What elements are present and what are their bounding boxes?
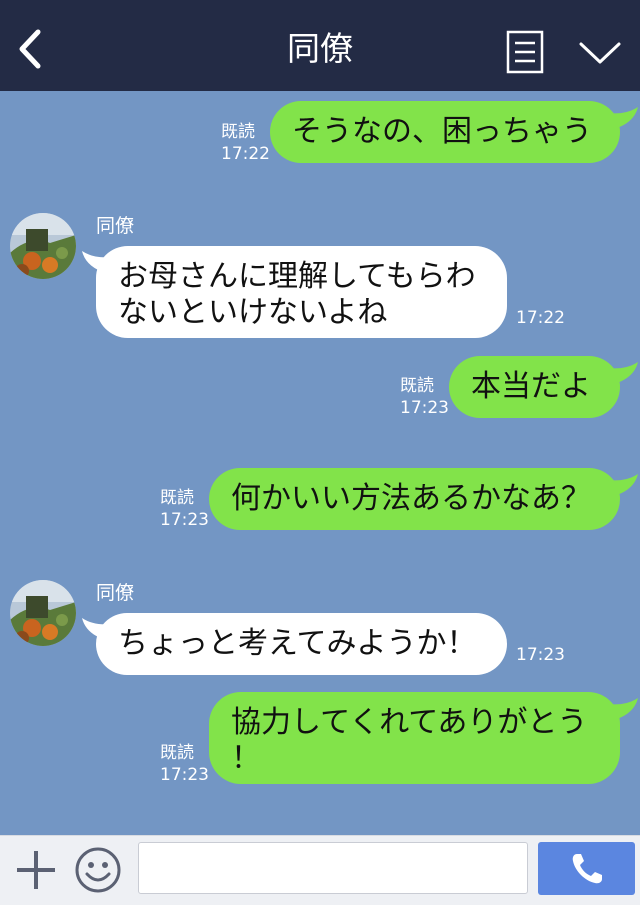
message-input[interactable] bbox=[138, 842, 528, 894]
message-bubble[interactable]: ちょっと考えてみようか！ bbox=[96, 613, 507, 675]
avatar-image bbox=[10, 213, 76, 279]
bubble-tail bbox=[608, 362, 638, 384]
message-text: 協力してくれてありがとう bbox=[231, 705, 588, 740]
message-bubble[interactable]: 何かいい方法あるかなあ？ bbox=[209, 468, 620, 530]
read-receipt: 既読 17:23 bbox=[160, 487, 209, 531]
plus-icon bbox=[17, 851, 55, 889]
sender-name: 同僚 bbox=[96, 582, 135, 604]
message-bubble[interactable]: 協力してくれてありがとう ！ bbox=[209, 692, 620, 784]
message-text: ちょっと考えてみようか！ bbox=[118, 626, 477, 661]
avatar[interactable] bbox=[10, 213, 76, 279]
sender-name: 同僚 bbox=[96, 215, 135, 237]
message-time: 17:23 bbox=[160, 765, 209, 785]
message-bubble[interactable]: 本当だよ bbox=[449, 356, 620, 418]
chat-area[interactable]: 既読 17:22 そうなの、困っちゃう 同僚 お母さんに理解してもらわ ないとい… bbox=[0, 91, 640, 835]
message-time: 17:23 bbox=[400, 398, 449, 418]
message-time: 17:22 bbox=[516, 308, 565, 328]
chat-title: 同僚 bbox=[287, 29, 353, 68]
input-bar bbox=[0, 835, 640, 905]
message-text: ないといけないよね bbox=[118, 295, 388, 330]
message-text: 本当だよ bbox=[471, 369, 591, 404]
message-time: 17:23 bbox=[160, 510, 209, 530]
message-text: そうなの、困っちゃう bbox=[292, 114, 592, 149]
emoji-button[interactable] bbox=[74, 846, 122, 894]
chat-header: 同僚 bbox=[0, 0, 640, 91]
bubble-tail bbox=[608, 107, 638, 129]
read-receipt: 既読 17:23 bbox=[400, 375, 449, 419]
smiley-icon bbox=[75, 847, 121, 893]
read-label: 既読 bbox=[400, 376, 434, 396]
notes-button[interactable] bbox=[506, 30, 544, 74]
message-text: 何かいい方法あるかなあ？ bbox=[231, 481, 591, 516]
chevron-down-icon bbox=[579, 42, 621, 64]
read-label: 既読 bbox=[160, 743, 194, 763]
read-receipt: 既読 17:23 bbox=[160, 742, 209, 786]
message-time: 17:22 bbox=[221, 144, 270, 164]
message-time: 17:23 bbox=[516, 645, 565, 665]
notes-icon bbox=[506, 30, 544, 74]
collapse-button[interactable] bbox=[578, 36, 622, 70]
read-receipt: 既読 17:22 bbox=[221, 121, 270, 165]
phone-icon bbox=[572, 853, 602, 883]
message-text: お母さんに理解してもらわ bbox=[118, 259, 476, 294]
read-label: 既読 bbox=[160, 488, 194, 508]
avatar[interactable] bbox=[10, 580, 76, 646]
message-bubble[interactable]: そうなの、困っちゃう bbox=[270, 101, 620, 163]
message-text: ！ bbox=[231, 741, 261, 776]
call-button[interactable] bbox=[538, 842, 635, 895]
avatar-image bbox=[10, 580, 76, 646]
bubble-tail bbox=[608, 474, 638, 496]
bubble-tail bbox=[608, 698, 638, 720]
read-label: 既読 bbox=[221, 122, 255, 142]
message-bubble[interactable]: お母さんに理解してもらわ ないといけないよね bbox=[96, 246, 507, 338]
add-button[interactable] bbox=[14, 848, 58, 892]
